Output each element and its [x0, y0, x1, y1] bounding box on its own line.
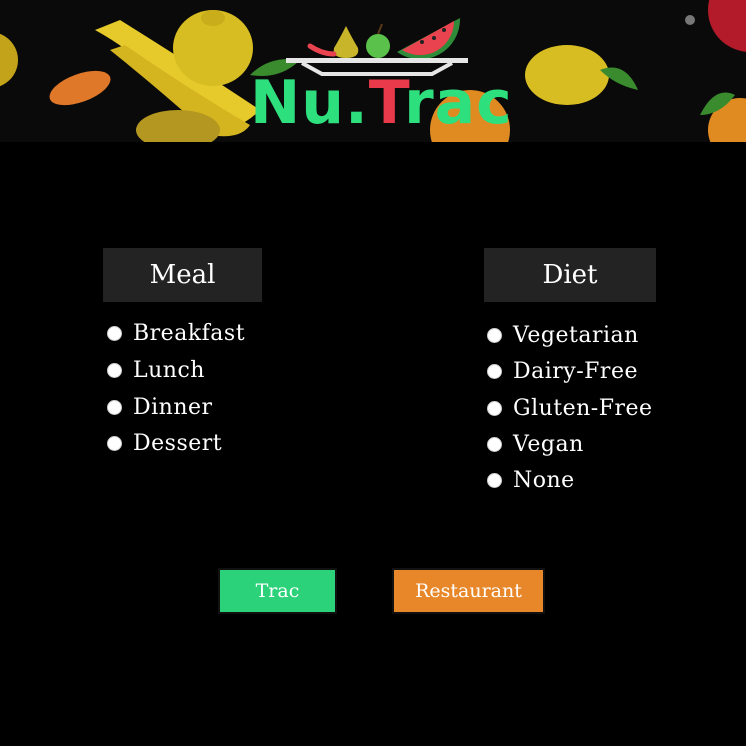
- nutrac-logo-text: Nu.Trac: [250, 72, 513, 134]
- meal-option-dinner[interactable]: Dinner: [107, 392, 213, 422]
- meal-option-breakfast[interactable]: Breakfast: [107, 318, 245, 348]
- logo-dot: .: [344, 68, 369, 138]
- option-label: Dessert: [133, 430, 223, 456]
- radio-button[interactable]: [487, 400, 502, 416]
- option-label: Vegan: [513, 431, 584, 457]
- trac-button[interactable]: Trac: [218, 568, 337, 614]
- radio-button[interactable]: [487, 472, 502, 488]
- meal-option-dessert[interactable]: Dessert: [107, 428, 222, 458]
- radio-button[interactable]: [107, 435, 122, 451]
- option-label: Gluten-Free: [513, 395, 653, 421]
- restaurant-button[interactable]: Restaurant: [392, 568, 545, 614]
- logo-part-rac: rac: [404, 68, 513, 138]
- radio-button[interactable]: [107, 399, 122, 415]
- logo-part-nu: Nu: [250, 68, 345, 138]
- option-label: Lunch: [133, 357, 205, 383]
- radio-button[interactable]: [487, 327, 502, 343]
- option-label: Breakfast: [133, 320, 246, 346]
- meal-group-header: Meal: [103, 248, 262, 302]
- diet-option-gluten-free[interactable]: Gluten-Free: [487, 393, 653, 423]
- diet-group-header: Diet: [484, 248, 656, 302]
- option-label: None: [513, 467, 575, 493]
- meal-option-lunch[interactable]: Lunch: [107, 355, 205, 385]
- diet-option-none[interactable]: None: [487, 465, 575, 495]
- radio-button[interactable]: [107, 325, 122, 341]
- option-label: Dairy-Free: [513, 358, 638, 384]
- diet-option-vegetarian[interactable]: Vegetarian: [487, 320, 639, 350]
- radio-button[interactable]: [487, 363, 502, 379]
- diet-option-vegan[interactable]: Vegan: [487, 429, 584, 459]
- radio-button[interactable]: [487, 436, 502, 452]
- radio-button[interactable]: [107, 362, 122, 378]
- logo-part-t: T: [368, 68, 405, 138]
- option-label: Vegetarian: [513, 322, 639, 348]
- header-banner: Nu.Trac: [0, 0, 746, 142]
- option-label: Dinner: [133, 394, 213, 420]
- diet-option-dairy-free[interactable]: Dairy-Free: [487, 356, 638, 386]
